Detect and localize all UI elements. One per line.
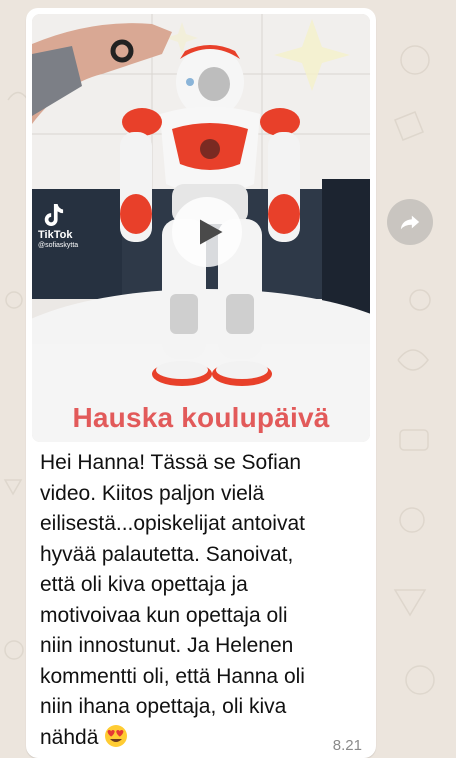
message-bubble: TikTok @sofiaskytta Hauska koulupäivä He… — [26, 8, 376, 758]
forward-button[interactable] — [387, 199, 433, 245]
play-icon — [200, 219, 223, 245]
video-caption: Hauska koulupäivä — [72, 402, 330, 433]
tiktok-name: TikTok — [38, 229, 73, 241]
heart-eyes-emoji — [105, 724, 128, 747]
message-body: Hei Hanna! Tässä se Sofian video. Kiitos… — [40, 451, 305, 749]
tiktok-handle: @sofiaskytta — [38, 242, 79, 249]
forward-icon — [400, 215, 420, 230]
play-button[interactable] — [172, 197, 242, 267]
tiktok-logo-icon — [44, 204, 64, 226]
tiktok-watermark: TikTok @sofiaskytta — [38, 202, 78, 249]
video-thumbnail[interactable]: TikTok @sofiaskytta Hauska koulupäivä — [32, 14, 370, 442]
message-text: Hei Hanna! Tässä se Sofian video. Kiitos… — [40, 448, 350, 753]
